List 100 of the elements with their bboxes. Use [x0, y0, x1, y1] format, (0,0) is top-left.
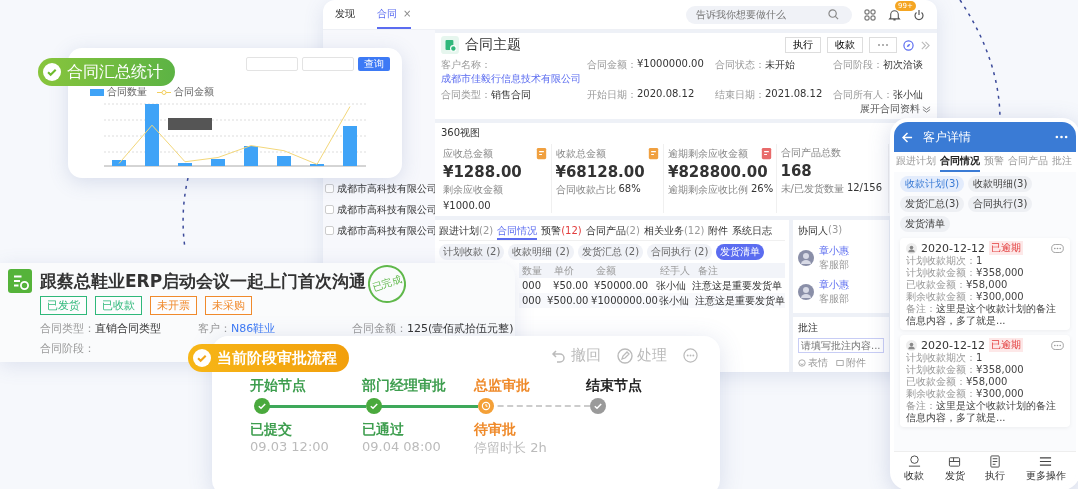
field-value: ¥1000000.00 [637, 58, 704, 71]
bar [244, 146, 258, 166]
bar [211, 159, 225, 166]
bar [178, 163, 192, 166]
search-field[interactable]: 告诉我你想要做什么 [686, 5, 852, 24]
filter-field[interactable] [246, 57, 298, 71]
mobile-tab[interactable]: 预警 [984, 152, 1004, 172]
compass-icon[interactable] [903, 39, 914, 51]
person-icon [906, 339, 917, 351]
person-icon [906, 242, 917, 254]
stat-sub-value: 26% [751, 183, 774, 196]
apps-icon[interactable] [864, 8, 876, 21]
filter-chip[interactable]: 发货汇总(3) [900, 196, 965, 212]
detail-tab[interactable]: 相关业务(12) [643, 223, 705, 240]
more-icon[interactable] [683, 348, 698, 363]
smiley-icon[interactable] [798, 359, 806, 367]
mobile-tab[interactable]: 合同产品 [1008, 152, 1048, 172]
bottom-nav-item[interactable]: 发货 [944, 455, 965, 483]
step-status: 待审批 [474, 421, 516, 439]
field-label: 合同阶段： [833, 58, 883, 72]
row-checkbox[interactable] [325, 226, 334, 235]
customer-link[interactable]: N86鞋业 [231, 322, 276, 335]
person-name[interactable]: 章小惠 [819, 244, 849, 258]
avatar-icon [798, 250, 814, 266]
box-icon [948, 455, 962, 468]
tooltip [168, 118, 212, 130]
stat-value: ¥828800.00 [668, 163, 769, 181]
filter-chip[interactable]: 发货清单 [716, 244, 765, 260]
field-label: 合同类型： [40, 322, 95, 335]
stat-sub-label: 未/已发货数量 [780, 182, 844, 196]
badge-label: 合同汇总统计 [67, 61, 163, 83]
double-chevron-icon[interactable] [920, 39, 931, 51]
detail-tab[interactable]: 附件 [708, 223, 729, 240]
more-icon[interactable] [1055, 135, 1068, 139]
more-button[interactable] [869, 37, 897, 53]
attachment-icon[interactable] [836, 359, 844, 367]
query-button[interactable]: 查询 [358, 57, 390, 71]
action-button[interactable]: 执行 [785, 37, 821, 53]
plan-detail: 已收款金额：¥58,000 [906, 279, 1009, 291]
filter-chip[interactable]: 合同执行 (2) [647, 244, 713, 260]
detail-tab[interactable]: 预警(12) [541, 223, 582, 240]
table-cell-text: ¥1000000.00 [590, 295, 657, 306]
filter-chip[interactable]: 收款计划(3) [900, 176, 965, 192]
field-value: 初次洽谈 [883, 58, 923, 72]
more-icon[interactable] [1051, 243, 1064, 253]
detail-tab[interactable]: 系统日志 [732, 223, 773, 240]
more-icon[interactable] [1051, 340, 1064, 350]
table-cell-text: ¥50000.00 [593, 280, 650, 291]
filter-chip[interactable]: 发货汇总 (2) [577, 244, 644, 260]
document-icon [988, 455, 1002, 468]
nav-tab[interactable]: 发现 [335, 0, 355, 29]
stat-sub-value: 68% [618, 183, 641, 196]
row-checkbox[interactable] [325, 184, 334, 193]
action-button[interactable]: 收款 [827, 37, 863, 53]
comment-field[interactable]: 请填写批注内容... [798, 338, 884, 353]
filter-chip[interactable]: 收款明细(3) [968, 176, 1033, 192]
filter-chip[interactable]: 收款明细 (2) [508, 244, 574, 260]
pencil-icon[interactable] [617, 347, 633, 364]
stat-sub-label: 逾期剩余应收比例 [668, 183, 748, 197]
mobile-tab[interactable]: 合同情况 [940, 152, 980, 172]
table-cell-text: 注意这是重要发货单 [691, 278, 783, 293]
step-status: 已通过 [362, 421, 404, 439]
mobile-tab[interactable]: 批注 [1052, 152, 1072, 172]
expand-link[interactable]: 展开合同资料 [860, 102, 920, 116]
comment-action[interactable]: 表情 [808, 356, 828, 370]
filter-chip[interactable]: 计划收款 (2) [439, 244, 505, 260]
stat-label: 合同产品总数 [780, 146, 841, 160]
filter-chip[interactable]: 发货清单 [900, 216, 950, 232]
field-value: 125(壹佰贰拾伍元整) [407, 322, 514, 335]
avatar-icon [798, 284, 814, 300]
power-icon[interactable] [913, 8, 925, 21]
field-label: 开始日期： [587, 88, 637, 102]
table-cell-text: 张小仙 [658, 293, 691, 308]
bar [277, 156, 291, 166]
plan-detail: 计划收款期次：1 [906, 352, 984, 364]
bottom-nav-item[interactable]: 更多操作 [1025, 455, 1066, 483]
bottom-nav-item[interactable]: 执行 [985, 455, 1006, 483]
status-tag: 已发货 [40, 296, 87, 315]
table-cell-text: 000 [521, 295, 543, 306]
detail-tab[interactable]: 合同情况 [497, 223, 538, 240]
stat-value: ¥1288.00 [443, 163, 523, 181]
detail-tab[interactable]: 跟进计划(2) [439, 223, 494, 240]
stat-sub-label: 合同收款占比 [555, 183, 616, 197]
filter-field[interactable] [302, 57, 354, 71]
filter-chip[interactable]: 合同执行(3) [968, 196, 1033, 212]
status-tag: 已收款 [95, 296, 142, 315]
undo-icon[interactable] [551, 347, 567, 364]
bell-icon[interactable] [888, 8, 901, 21]
bottom-nav-item[interactable]: 收款 [904, 455, 925, 483]
more-icon [877, 43, 889, 47]
company-name: 成都市高科技有限公司 [337, 181, 437, 196]
detail-tab[interactable]: 合同产品(2) [585, 223, 640, 240]
back-icon[interactable] [902, 131, 913, 143]
customer-link[interactable]: 成都市佳毅行信息技术有限公司 [441, 72, 581, 86]
chevron-down-icon [922, 104, 931, 114]
row-checkbox[interactable] [325, 205, 334, 214]
mobile-tab[interactable]: 跟进计划 [896, 152, 936, 172]
person-name[interactable]: 章小惠 [819, 278, 849, 292]
comment-action[interactable]: 附件 [846, 356, 866, 370]
plan-detail: 计划收款金额：¥358,000 [906, 267, 1025, 279]
